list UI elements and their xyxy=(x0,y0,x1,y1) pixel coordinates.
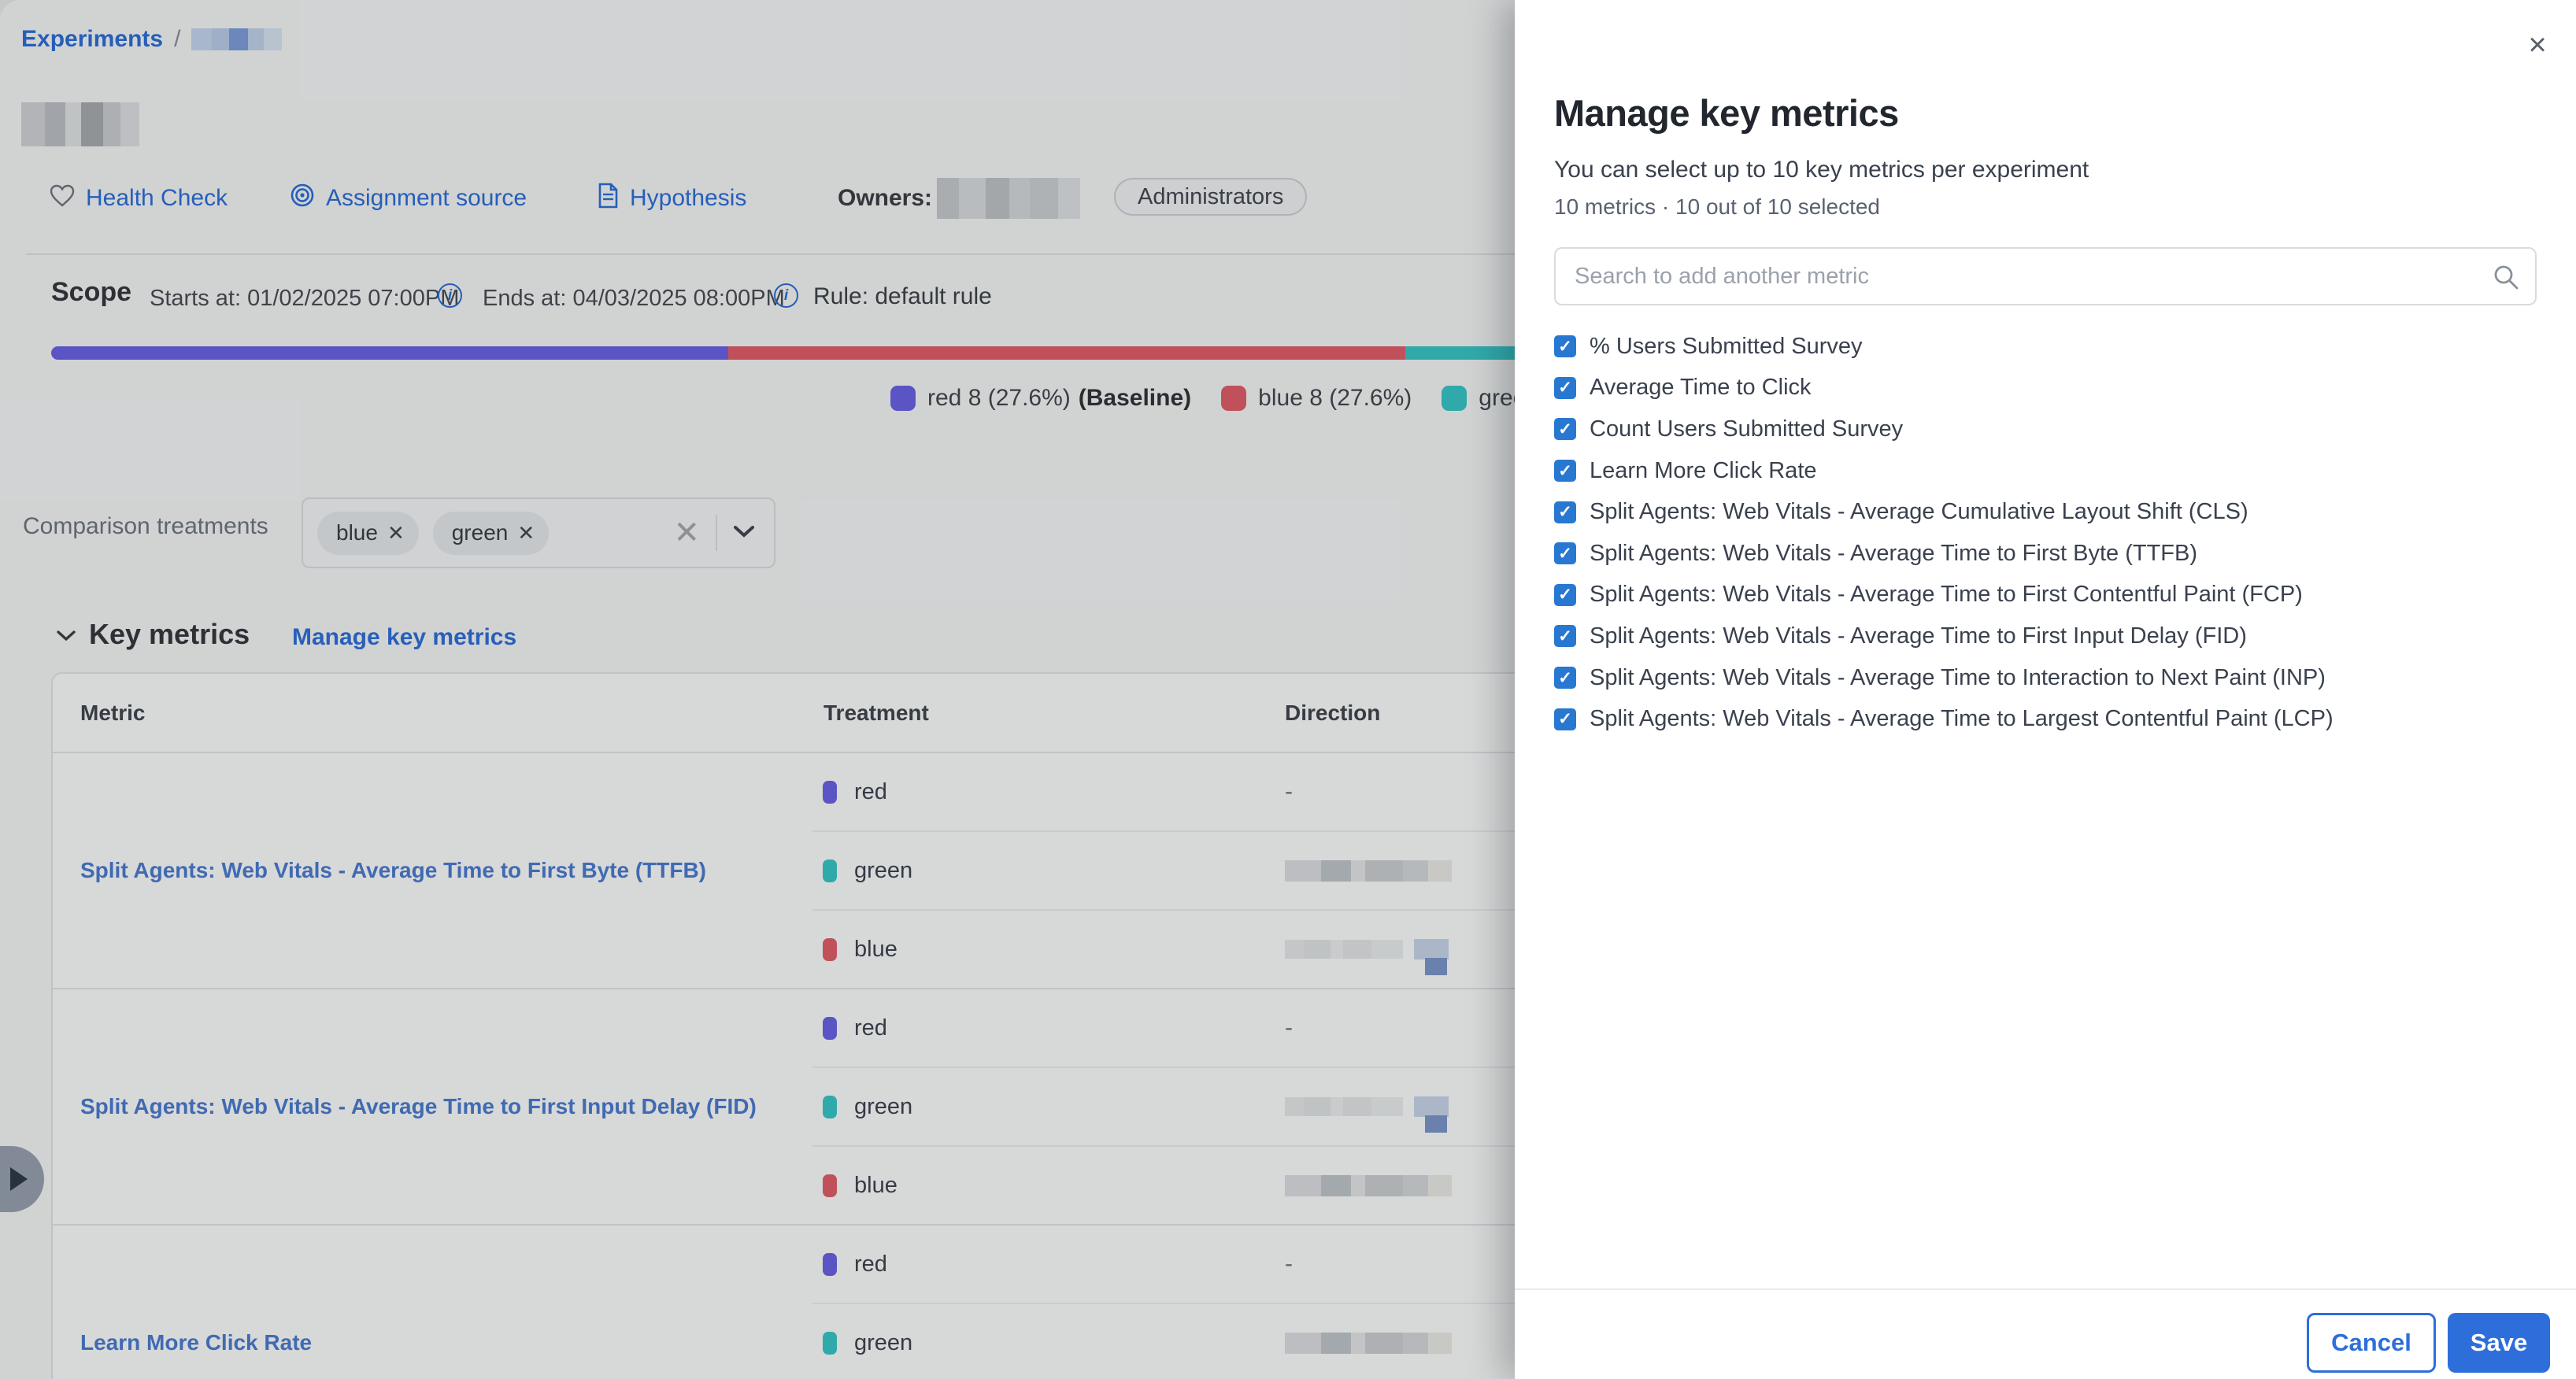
metric-checklist-item[interactable]: ✓ Split Agents: Web Vitals - Average Time… xyxy=(1554,698,2537,740)
cancel-button[interactable]: Cancel xyxy=(2307,1313,2436,1373)
selection-summary: 10 metrics · 10 out of 10 selected xyxy=(1554,194,1880,220)
metric-checklist-item[interactable]: ✓ Count Users Submitted Survey xyxy=(1554,409,2537,450)
metric-checkbox[interactable]: ✓ xyxy=(1554,377,1576,399)
check-icon: ✓ xyxy=(1558,420,1572,439)
check-icon: ✓ xyxy=(1558,668,1572,688)
app-window: Experiments / Health Check Assignment so… xyxy=(0,0,2576,1379)
metric-checkbox[interactable]: ✓ xyxy=(1554,335,1576,357)
panel-title: Manage key metrics xyxy=(1554,91,1899,135)
check-icon: ✓ xyxy=(1558,544,1572,564)
metric-checklist-item[interactable]: ✓ Split Agents: Web Vitals - Average Time… xyxy=(1554,533,2537,575)
metric-checklist-item[interactable]: ✓ Split Agents: Web Vitals - Average Cumu… xyxy=(1554,491,2537,533)
metric-checkbox[interactable]: ✓ xyxy=(1554,584,1576,606)
metric-checklist-item[interactable]: ✓ Split Agents: Web Vitals - Average Time… xyxy=(1554,575,2537,616)
metric-checkbox-label: Split Agents: Web Vitals - Average Time … xyxy=(1590,582,2303,608)
metric-checkbox-label: Split Agents: Web Vitals - Average Time … xyxy=(1590,623,2247,649)
footer-divider xyxy=(1515,1288,2576,1290)
metric-checkbox-label: Split Agents: Web Vitals - Average Cumul… xyxy=(1590,499,2248,525)
check-icon: ✓ xyxy=(1558,627,1572,646)
search-icon[interactable] xyxy=(2493,264,2519,294)
check-icon: ✓ xyxy=(1558,502,1572,522)
check-icon: ✓ xyxy=(1558,585,1572,604)
close-icon[interactable]: × xyxy=(2524,31,2551,58)
manage-key-metrics-panel: × Manage key metrics You can select up t… xyxy=(1515,0,2576,1379)
metric-checkbox-label: Count Users Submitted Survey xyxy=(1590,416,1903,442)
metric-checklist: ✓ % Users Submitted Survey ✓ Average Time t… xyxy=(1554,326,2537,740)
metric-checkbox-label: Split Agents: Web Vitals - Average Time … xyxy=(1590,706,2334,732)
check-icon: ✓ xyxy=(1558,337,1572,357)
metric-checkbox[interactable]: ✓ xyxy=(1554,667,1576,689)
metric-checkbox[interactable]: ✓ xyxy=(1554,625,1576,647)
metric-checkbox-label: % Users Submitted Survey xyxy=(1590,334,1863,360)
metric-checkbox[interactable]: ✓ xyxy=(1554,501,1576,523)
metric-checkbox-label: Average Time to Click xyxy=(1590,375,1812,401)
save-button[interactable]: Save xyxy=(2448,1313,2550,1373)
metric-checkbox[interactable]: ✓ xyxy=(1554,708,1576,730)
metric-checklist-item[interactable]: ✓ Split Agents: Web Vitals - Average Time… xyxy=(1554,657,2537,699)
metric-search-input[interactable] xyxy=(1556,249,2535,304)
metric-checklist-item[interactable]: ✓ Learn More Click Rate xyxy=(1554,450,2537,492)
metric-checkbox[interactable]: ✓ xyxy=(1554,542,1576,564)
metric-checklist-item[interactable]: ✓ Average Time to Click xyxy=(1554,368,2537,409)
panel-subtitle: You can select up to 10 key metrics per … xyxy=(1554,157,2089,183)
metric-checkbox[interactable]: ✓ xyxy=(1554,460,1576,482)
metric-checkbox-label: Learn More Click Rate xyxy=(1590,458,1817,484)
metric-search-box xyxy=(1554,247,2537,305)
check-icon: ✓ xyxy=(1558,461,1572,481)
metric-checkbox-label: Split Agents: Web Vitals - Average Time … xyxy=(1590,665,2326,691)
check-icon: ✓ xyxy=(1558,709,1572,729)
metric-checklist-item[interactable]: ✓ Split Agents: Web Vitals - Average Time… xyxy=(1554,616,2537,657)
check-icon: ✓ xyxy=(1558,378,1572,397)
metric-checkbox[interactable]: ✓ xyxy=(1554,418,1576,440)
metric-checkbox-label: Split Agents: Web Vitals - Average Time … xyxy=(1590,541,2197,567)
metric-checklist-item[interactable]: ✓ % Users Submitted Survey xyxy=(1554,326,2537,368)
